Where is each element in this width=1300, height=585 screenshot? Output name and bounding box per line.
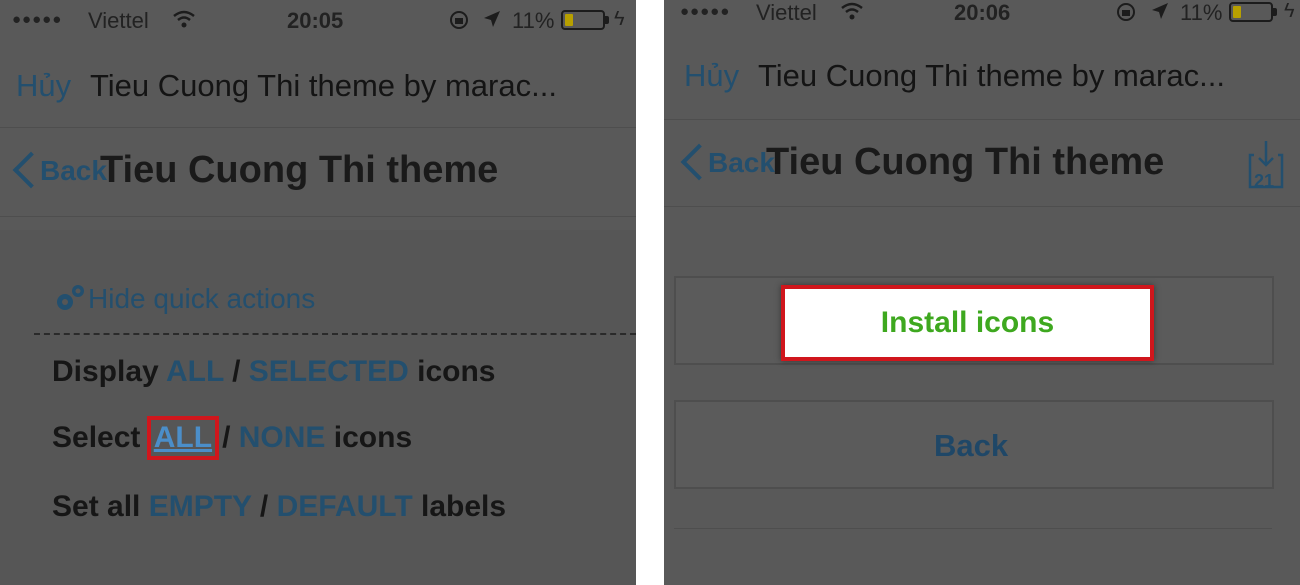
- labels-suffix: labels: [421, 490, 507, 523]
- clock: 20:06: [954, 0, 1011, 25]
- carrier-label: Viettel: [88, 8, 149, 33]
- divider: [674, 528, 1272, 529]
- top-nav-bar: Hủy Tieu Cuong Thi theme by marac...: [664, 32, 1300, 120]
- select-none-link[interactable]: NONE: [239, 421, 326, 454]
- back-button-label: Back: [934, 428, 1009, 463]
- hide-quick-actions-label: Hide quick actions: [88, 283, 316, 314]
- hide-quick-actions-link[interactable]: Hide quick actions: [52, 282, 315, 316]
- install-icons-label: Install icons: [880, 306, 1055, 339]
- separator: /: [222, 421, 231, 454]
- battery-percent: 11%: [512, 8, 555, 33]
- wifi-icon: [841, 2, 863, 20]
- carrier-label: Viettel: [756, 0, 817, 25]
- location-arrow-icon: [1152, 3, 1168, 19]
- gears-icon: [57, 285, 84, 310]
- divider: [34, 333, 636, 335]
- select-row: Select ALL / NONE icons: [52, 416, 412, 460]
- display-all-link[interactable]: ALL: [166, 355, 224, 388]
- separator: /: [232, 355, 241, 388]
- charging-bolt-icon: ϟ: [1284, 0, 1295, 22]
- top-nav-title: Tieu Cuong Thi theme by marac...: [90, 68, 557, 103]
- select-suffix: icons: [333, 421, 413, 454]
- back-link[interactable]: Back: [708, 147, 775, 179]
- page-title: Tieu Cuong Thi theme: [100, 149, 499, 191]
- download-count: 21: [1254, 171, 1275, 191]
- display-prefix: Display: [52, 355, 159, 388]
- location-arrow-icon: [484, 11, 500, 27]
- status-bar: ●●●●● Viettel 20:06 11% ϟ: [664, 0, 1300, 32]
- rotation-lock-icon: [450, 11, 468, 29]
- labels-row: Set all EMPTY / DEFAULT labels: [52, 490, 506, 524]
- select-prefix: Select: [52, 421, 141, 454]
- status-bar: ●●●●● Viettel 20:05 11% ϟ: [0, 0, 636, 40]
- cancel-link[interactable]: Hủy: [684, 58, 739, 94]
- display-suffix: icons: [417, 355, 496, 388]
- wifi-icon: [173, 10, 195, 28]
- clock: 20:05: [287, 8, 344, 33]
- labels-empty-link[interactable]: EMPTY: [149, 490, 252, 523]
- labels-prefix: Set all: [52, 490, 141, 523]
- left-screenshot: ●●●●● Viettel 20:05 11% ϟ Hủy Tieu Cuong…: [0, 0, 636, 585]
- battery-icon: [1229, 2, 1273, 22]
- labels-default-link[interactable]: DEFAULT: [277, 490, 413, 523]
- display-selected-link[interactable]: SELECTED: [249, 355, 409, 388]
- install-icons-button[interactable]: Install icons: [781, 285, 1154, 361]
- back-button[interactable]: Back: [674, 400, 1274, 489]
- sub-nav-bar: Back Tieu Cuong Thi theme 21: [664, 121, 1300, 207]
- battery-percent: 11%: [1180, 0, 1223, 25]
- page-title: Tieu Cuong Thi theme: [766, 141, 1165, 183]
- back-link[interactable]: Back: [40, 155, 107, 187]
- sub-nav-bar: Back Tieu Cuong Thi theme: [0, 129, 636, 217]
- cancel-link[interactable]: Hủy: [16, 68, 71, 104]
- charging-bolt-icon: ϟ: [614, 8, 625, 30]
- top-nav-title: Tieu Cuong Thi theme by marac...: [758, 58, 1225, 93]
- separator: /: [259, 490, 269, 523]
- signal-icon: ●●●●●: [680, 3, 731, 20]
- top-nav-bar: Hủy Tieu Cuong Thi theme by marac...: [0, 40, 636, 128]
- display-row: Display ALL / SELECTED icons: [52, 355, 496, 389]
- select-all-link[interactable]: ALL: [154, 421, 212, 454]
- signal-icon: ●●●●●: [12, 11, 63, 28]
- battery-icon: [561, 10, 605, 30]
- highlight-box: ALL: [146, 416, 220, 460]
- rotation-lock-icon: [1117, 3, 1135, 21]
